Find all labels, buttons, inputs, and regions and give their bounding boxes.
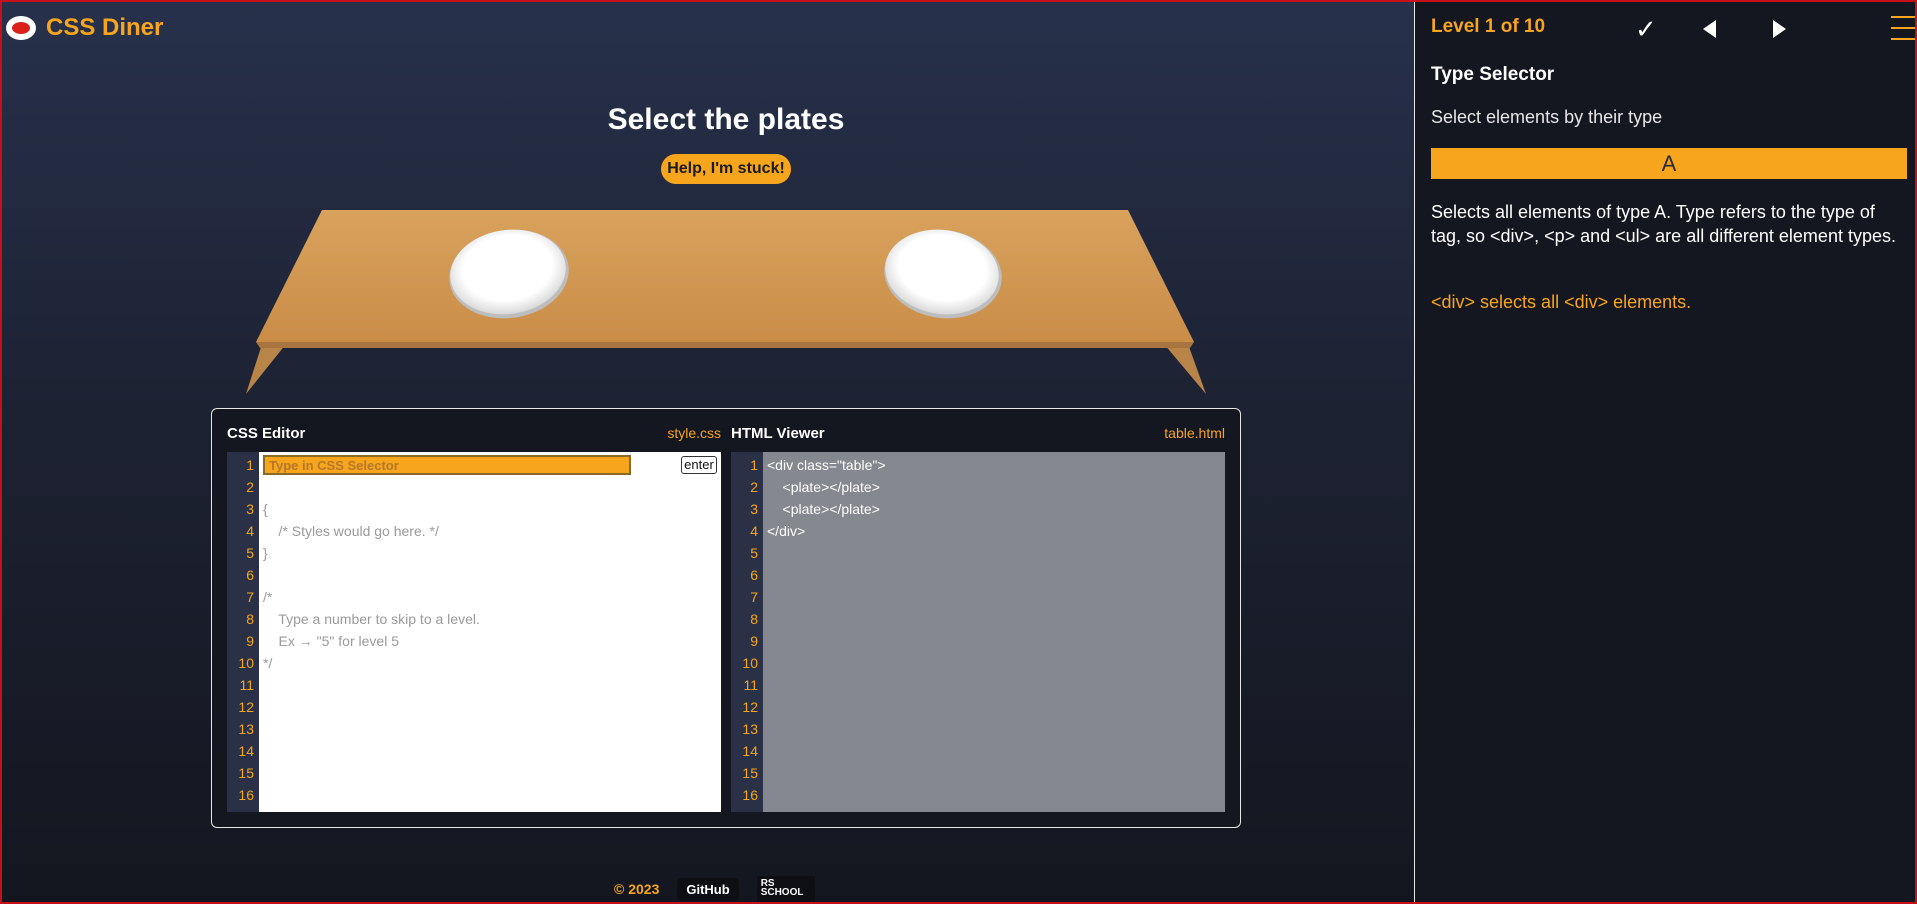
code-line: */ [263, 655, 273, 671]
code-line: /* [263, 589, 273, 605]
html-viewer-title: HTML Viewer [731, 425, 825, 442]
selector-example: <div> selects all <div> elements. [1431, 292, 1692, 312]
copyright: © 2023 [614, 881, 660, 897]
selector-description: Select elements by their type [1431, 107, 1663, 127]
footer: © 2023 GitHub RS SCHOOL [614, 876, 815, 902]
css-line-numbers: 1 2 3 4 5 6 7 8 9 10 11 12 13 14 15 16 [227, 452, 259, 812]
css-editor-filename: style.css [667, 425, 721, 441]
html-markup-line[interactable]: <plate></plate> [767, 498, 1225, 520]
code-line: Type a number to skip to a level. [263, 611, 480, 627]
css-diner-logo-icon [6, 16, 36, 40]
html-markup-line[interactable]: <div class="table"> [767, 454, 1225, 476]
table-top [256, 210, 1194, 342]
app-title: CSS Diner [46, 14, 164, 41]
css-code-area: enter { /* Styles would go here. */ } /*… [259, 452, 721, 812]
selector-hint: Selects all elements of type A. Type ref… [1431, 202, 1896, 246]
game-area: CSS Diner Select the plates Help, I'm st… [0, 0, 1414, 904]
level-indicator: Level 1 of 10 [1431, 16, 1546, 37]
code-line: Ex → "5" for level 5 [263, 633, 399, 649]
level-instruction: Select the plates [607, 103, 845, 136]
html-viewer: HTML Viewer table.html 1 2 3 4 5 6 7 8 9… [731, 409, 1225, 827]
table-leg-left [246, 344, 286, 394]
level-nav: Level 1 of 10 ✓ [1431, 14, 1917, 44]
table-leg-right [1164, 344, 1206, 394]
editor-panel: CSS Editor style.css 1 2 3 4 5 6 7 8 9 1… [211, 408, 1241, 828]
css-editor: CSS Editor style.css 1 2 3 4 5 6 7 8 9 1… [227, 409, 721, 827]
html-markup-line[interactable]: </div> [767, 520, 1225, 542]
rs-school-logo[interactable]: RS SCHOOL [756, 876, 815, 902]
prev-level-icon[interactable] [1703, 20, 1716, 38]
selector-name: Type Selector [1431, 64, 1555, 85]
next-level-icon[interactable] [1773, 20, 1786, 38]
check-icon: ✓ [1635, 14, 1657, 44]
code-line: /* Styles would go here. */ [263, 523, 439, 539]
help-button[interactable]: Help, I'm stuck! [661, 154, 791, 184]
css-editor-title: CSS Editor [227, 425, 306, 442]
html-viewer-filename: table.html [1164, 425, 1225, 441]
html-code-area: <div class="table"> <plate></plate> <pla… [763, 452, 1225, 812]
selector-syntax: A [1431, 148, 1907, 179]
dinner-table [246, 210, 1206, 394]
code-line: } [263, 545, 268, 561]
html-markup-line[interactable]: <plate></plate> [767, 476, 1225, 498]
menu-icon[interactable] [1891, 16, 1917, 40]
code-line: { [263, 501, 268, 517]
logo[interactable]: CSS Diner [6, 14, 163, 42]
github-link[interactable]: GitHub [677, 877, 739, 901]
html-line-numbers: 1 2 3 4 5 6 7 8 9 10 11 12 13 14 15 16 [731, 452, 763, 812]
level-sidebar: Level 1 of 10 ✓ Type Selector Select ele… [1414, 0, 1917, 904]
